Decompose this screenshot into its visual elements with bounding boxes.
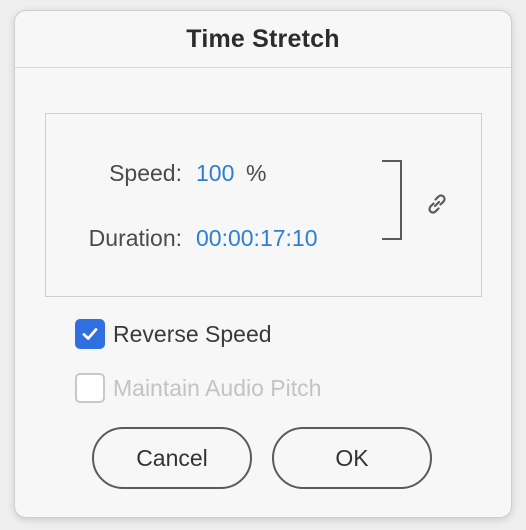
reverse-speed-checkbox[interactable] <box>75 319 105 349</box>
speed-value[interactable]: 100 <box>196 160 234 187</box>
speed-duration-panel: Speed: 100 % Duration: 00:00:17:10 <box>45 113 482 297</box>
checkmark-icon <box>82 328 98 340</box>
ok-button[interactable]: OK <box>272 427 432 489</box>
link-bracket <box>382 160 402 240</box>
reverse-speed-option[interactable]: Reverse Speed <box>75 319 272 349</box>
cancel-button[interactable]: Cancel <box>92 427 252 489</box>
duration-label: Duration: <box>88 225 182 251</box>
maintain-audio-pitch-checkbox <box>75 373 105 403</box>
dialog-title: Time Stretch <box>186 24 340 53</box>
link-icon[interactable] <box>422 189 452 219</box>
maintain-audio-pitch-option: Maintain Audio Pitch <box>75 373 321 403</box>
duration-value[interactable]: 00:00:17:10 <box>196 225 318 252</box>
speed-label: Speed: <box>109 160 182 186</box>
dialog-title-bar: Time Stretch <box>15 11 511 68</box>
speed-unit: % <box>246 160 267 186</box>
maintain-audio-pitch-label: Maintain Audio Pitch <box>113 374 322 401</box>
reverse-speed-label: Reverse Speed <box>113 320 272 347</box>
time-stretch-dialog: Time Stretch Speed: 100 % Duration: 00:0… <box>14 10 512 518</box>
